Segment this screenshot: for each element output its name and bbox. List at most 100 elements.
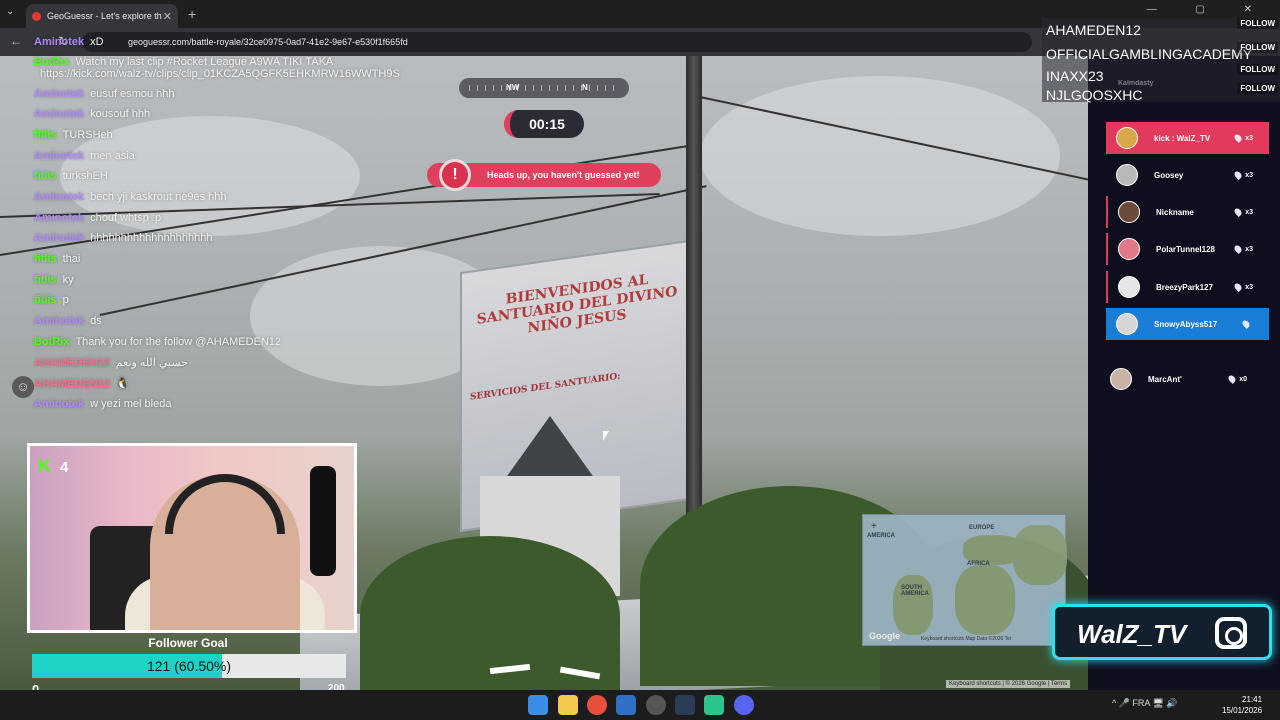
follow-button[interactable]: FOLLOW: [1237, 18, 1278, 29]
player-name: kick : WalZ_TV: [1154, 133, 1211, 143]
lives-count: x3: [1245, 283, 1253, 291]
clock[interactable]: 21:41 15/01/2026: [1222, 694, 1262, 716]
window-controls[interactable]: — ▢ ✕: [1147, 4, 1270, 15]
round-timer: 00:15: [504, 110, 584, 138]
tab-search-icon[interactable]: ⌄: [6, 6, 14, 17]
kick-logo-icon: K: [38, 456, 51, 476]
microphone: [310, 466, 336, 576]
warning-icon: !: [439, 159, 471, 191]
chat-username[interactable]: Aminotek: [34, 36, 84, 48]
guess-warning-banner: ! Heads up, you haven't guessed yet!: [427, 159, 661, 191]
follower-name: OFFICIALGAMBLINGACADEMY: [1046, 46, 1253, 62]
tab-title: GeoGuessr - Let's explore th: [47, 11, 162, 21]
chat-username[interactable]: Aminotek: [34, 315, 84, 327]
screen: ⌄ GeoGuessr - Let's explore th ✕ + — ▢ ✕…: [0, 0, 1280, 720]
chat-username[interactable]: fitlis: [34, 294, 57, 306]
guess-minimap[interactable]: EUROPE AFRICA SOUTH AMERICA AMERICA + Go…: [862, 514, 1067, 646]
browser-tab[interactable]: GeoGuessr - Let's explore th ✕: [26, 4, 178, 28]
url-field[interactable]: geoguessr.com/battle-royale/32ce0975-0ad…: [82, 32, 1032, 52]
chat-text: 🐧: [115, 378, 130, 390]
chat-username[interactable]: BotRix: [34, 56, 69, 68]
chat-username[interactable]: fitlis: [34, 274, 57, 286]
webcam-overlay: K 4: [27, 443, 357, 633]
windows-taskbar: ^ 🎤 FRA 🖥 🔊 21:41 15/01/2026: [0, 690, 1280, 720]
player-name: Nickname: [1156, 207, 1194, 217]
chat-username[interactable]: fitlis: [34, 129, 57, 141]
chat-message: fitlis ky: [34, 274, 74, 286]
avatar: [1116, 127, 1138, 149]
chat-username[interactable]: fitlis: [34, 170, 57, 182]
back-arrow-icon[interactable]: ←: [10, 34, 22, 48]
chat-message: Aminotek ds: [34, 315, 102, 327]
app-icon[interactable]: [704, 695, 724, 715]
chat-message: fitlis thai: [34, 253, 80, 265]
chat-username[interactable]: Aminotek: [34, 88, 84, 100]
minimap-footer: Keyboard shortcuts Map Data ©2026 Ter: [921, 636, 1012, 642]
chat-text: eusuf esmou hhh: [90, 88, 175, 100]
follow-button[interactable]: FOLLOW: [1237, 83, 1278, 94]
file-explorer-icon[interactable]: [558, 695, 578, 715]
minimap-label: AMERICA: [867, 533, 895, 539]
chat-username[interactable]: AHAMEDEN12: [34, 378, 110, 390]
chat-message: fitlis p: [34, 294, 69, 306]
discord-icon[interactable]: [734, 695, 754, 715]
chat-text: hhhhhhhhhhhhhhhhhhhh: [90, 232, 213, 244]
chat-text: men asia: [90, 150, 135, 162]
follower-name: AHAMEDEN12: [1046, 22, 1141, 38]
app-icon[interactable]: [675, 695, 695, 715]
utility-pole: [686, 56, 702, 576]
steam-icon[interactable]: [616, 695, 636, 715]
guess-warning-text: Heads up, you haven't guessed yet!: [487, 170, 640, 180]
player-name: SnowyAbyss517: [1154, 319, 1218, 329]
follow-button[interactable]: FOLLOW: [1237, 64, 1278, 75]
chat-username[interactable]: Aminotek: [34, 398, 84, 410]
player-lives: [1241, 319, 1253, 329]
chat-text: p: [62, 294, 69, 306]
map-pin-icon: [1233, 207, 1244, 217]
chat-text: Thank you for the follow @AHAMEDEN12: [75, 336, 282, 348]
clock-time: 21:41: [1242, 695, 1263, 704]
close-tab-icon[interactable]: ✕: [163, 10, 172, 23]
chat-username[interactable]: Aminotek: [34, 232, 84, 244]
chrome-icon[interactable]: [587, 695, 607, 715]
chat-username[interactable]: Aminotek: [34, 191, 84, 203]
chat-message: Aminotek hhhhhhhhhhhhhhhhhhhh: [34, 232, 212, 244]
minimap-label: EUROPE: [969, 525, 995, 531]
chat-username[interactable]: Aminotek: [34, 108, 84, 120]
chat-username[interactable]: Aminotek: [34, 212, 84, 224]
player-lives: x3: [1233, 170, 1253, 180]
system-tray[interactable]: ^ 🎤 FRA 🖥 🔊: [1112, 698, 1178, 709]
google-logo: Google: [869, 631, 900, 641]
minimap-label: AFRICA: [967, 561, 990, 567]
compass-ticks: [469, 85, 619, 91]
chat-username[interactable]: BotRix: [34, 336, 69, 348]
instagram-icon: [1215, 617, 1247, 649]
goal-progress-bar: 121 (60.50%): [32, 654, 346, 678]
follow-button[interactable]: FOLLOW: [1237, 42, 1278, 53]
follower-name: INAXX23: [1046, 68, 1104, 84]
emoji-icon[interactable]: ☺: [12, 376, 34, 398]
chat-text: ky: [62, 274, 74, 286]
lives-count: x3: [1245, 134, 1253, 142]
chat-text: https://kick.com/walz-tv/clips/clip_01KC…: [40, 68, 400, 80]
chat-username[interactable]: fitlis: [34, 253, 57, 265]
zoom-in-icon[interactable]: +: [871, 521, 877, 532]
chat-text: حسبي الله ونعم: [115, 357, 188, 369]
settings-icon[interactable]: [646, 695, 666, 715]
chat-username[interactable]: Aminotek: [34, 150, 84, 162]
compass: NW N: [459, 78, 629, 98]
player-name: PolarTunnel128: [1156, 244, 1215, 254]
new-tab-button[interactable]: +: [188, 6, 196, 22]
player-name: Goosey: [1154, 170, 1184, 180]
avatar: [1116, 313, 1138, 335]
lives-count: x3: [1245, 245, 1253, 253]
viewer-count: 4: [60, 459, 69, 476]
lives-count: x3: [1245, 208, 1253, 216]
player-row: PolarTunnel128 x3: [1106, 233, 1269, 265]
chat-username[interactable]: AHAMEDEN12: [34, 357, 110, 369]
chat-message: AHAMEDEN12 🐧: [34, 377, 130, 390]
brand-badge: WalZ_TV: [1052, 604, 1272, 660]
player-row: Goosey x3: [1106, 159, 1269, 191]
player-row: Nickname x3: [1106, 196, 1269, 228]
windows-start-icon[interactable]: [528, 695, 548, 715]
